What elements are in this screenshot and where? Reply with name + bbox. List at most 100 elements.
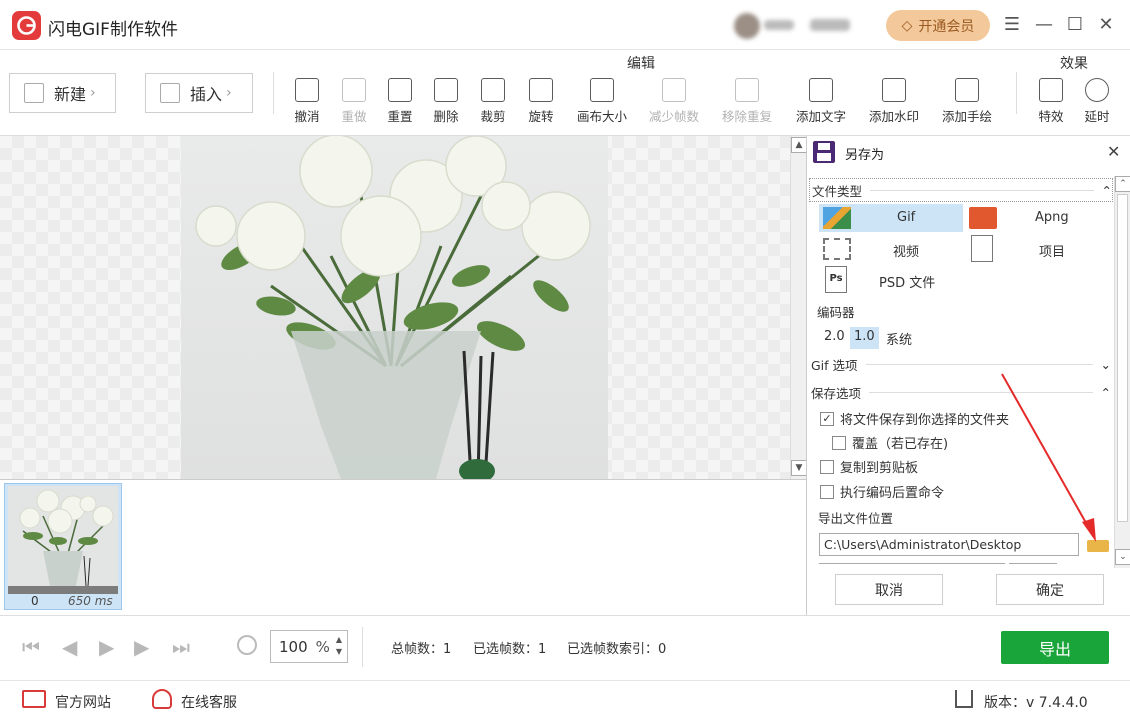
minimize-icon[interactable]: — xyxy=(1033,13,1055,35)
add-watermark-icon xyxy=(882,78,906,102)
menu-icon[interactable]: ☰ xyxy=(1001,13,1023,35)
panel-close-icon[interactable]: ✕ xyxy=(1107,142,1120,161)
version-label: 版本：v 7.4.4.0 xyxy=(984,695,1088,711)
confirm-button[interactable]: 确定 xyxy=(996,574,1104,605)
app-logo xyxy=(12,11,41,40)
add-drawing-button[interactable]: 添加手绘 xyxy=(938,78,996,125)
save-icon xyxy=(813,141,835,163)
close-icon[interactable]: ✕ xyxy=(1095,13,1117,35)
zoom-icon xyxy=(237,635,257,655)
type-project[interactable]: 项目 xyxy=(967,235,1111,263)
encoder-2-0[interactable]: 2.0 xyxy=(821,327,848,349)
panel-title: 另存为 xyxy=(845,148,885,163)
username xyxy=(764,20,794,30)
file-type-header[interactable]: 文件类型 ⌃ xyxy=(809,178,1113,202)
insert-icon xyxy=(160,83,180,103)
toolbar-divider xyxy=(273,72,274,114)
scroll-up-icon[interactable]: ▲ xyxy=(791,137,807,153)
download-icon[interactable] xyxy=(955,690,973,708)
crop-icon xyxy=(481,78,505,102)
divider xyxy=(362,627,363,667)
reduce-frames-icon xyxy=(662,78,686,102)
add-drawing-icon xyxy=(955,78,979,102)
encoder-system[interactable]: 系统 xyxy=(883,327,915,349)
delay-icon xyxy=(1085,78,1109,102)
export-location-label: 导出文件位置 xyxy=(818,511,894,526)
hidden-field xyxy=(1009,563,1057,567)
export-button[interactable]: 导出 xyxy=(1001,631,1109,664)
website-icon xyxy=(22,690,46,708)
scroll-down-icon[interactable]: ▼ xyxy=(791,460,807,476)
remove-duplicates-icon xyxy=(735,78,759,102)
last-frame-icon[interactable]: ⏭ xyxy=(172,635,190,659)
vip-button[interactable]: ◇ 开通会员 xyxy=(886,10,990,41)
chevron-up-icon: ⌃ xyxy=(1101,182,1112,198)
support-link[interactable]: 在线客服 xyxy=(181,692,237,712)
cancel-button[interactable]: 取消 xyxy=(835,574,943,605)
reduce-frames-button[interactable]: 减少帧数 xyxy=(645,78,703,125)
scroll-down-icon[interactable]: ⌄ xyxy=(1115,549,1130,565)
scroll-thumb[interactable] xyxy=(1117,194,1128,522)
rotate-button[interactable]: 旋转 xyxy=(512,78,570,125)
add-text-button[interactable]: 添加文字 xyxy=(792,78,850,125)
zoom-stepper-icon: ▲ ▼ xyxy=(335,635,342,656)
new-button[interactable]: 新建 › xyxy=(9,73,116,113)
overwrite-option[interactable]: 覆盖（若已存在) xyxy=(832,433,948,452)
redo-icon xyxy=(342,78,366,102)
scroll-up-icon[interactable]: ⌃ xyxy=(1115,176,1130,192)
frame-thumbnail-image xyxy=(8,486,118,594)
frame-preview-image xyxy=(181,136,608,479)
type-gif[interactable]: Gif xyxy=(819,204,963,232)
selected-frames: 已选帧数：1 xyxy=(473,642,547,657)
first-frame-icon[interactable]: ⏮ xyxy=(22,635,40,659)
add-watermark-button[interactable]: 添加水印 xyxy=(865,78,923,125)
next-frame-icon[interactable]: ▶ xyxy=(134,635,149,659)
avatar[interactable] xyxy=(734,13,760,39)
save-to-folder-option[interactable]: ✓ 将文件保存到你选择的文件夹 xyxy=(820,409,1009,428)
overwrite-checkbox[interactable] xyxy=(832,435,846,450)
copy-clipboard-option[interactable]: 复制到剪贴板 xyxy=(820,457,918,476)
gif-icon xyxy=(823,207,851,229)
zoom-input[interactable]: 100% ▲ ▼ xyxy=(270,630,348,663)
undo-icon xyxy=(295,78,319,102)
project-icon xyxy=(971,235,993,262)
type-psd[interactable]: Ps PSD 文件 xyxy=(819,266,963,294)
app-title: 闪电GIF制作软件 xyxy=(48,20,178,40)
psd-icon: Ps xyxy=(825,266,847,293)
maximize-icon[interactable]: ☐ xyxy=(1064,13,1086,35)
rotate-icon xyxy=(529,78,553,102)
website-link[interactable]: 官方网站 xyxy=(55,692,111,712)
canvas-size-button[interactable]: 画布大小 xyxy=(573,78,631,125)
panel-scrollbar[interactable]: ⌃ ⌄ xyxy=(1114,176,1130,568)
add-text-icon xyxy=(809,78,833,102)
frame-index: 0 xyxy=(31,594,39,608)
apng-icon xyxy=(969,207,997,229)
post-command-option[interactable]: 执行编码后置命令 xyxy=(820,482,944,501)
new-file-icon xyxy=(24,83,44,103)
diamond-icon: ◇ xyxy=(901,17,913,34)
effects-icon xyxy=(1039,78,1063,102)
total-frames: 总帧数：1 xyxy=(391,642,452,657)
playback-bar xyxy=(0,615,1130,680)
video-icon xyxy=(823,238,851,260)
remove-duplicates-button[interactable]: 移除重复 xyxy=(718,78,776,125)
hidden-field xyxy=(819,563,1005,567)
type-video[interactable]: 视频 xyxy=(819,235,963,263)
insert-button[interactable]: 插入 › xyxy=(145,73,253,113)
support-icon xyxy=(152,689,172,709)
canvas-scrollbar[interactable]: ▲ ▼ xyxy=(790,136,807,479)
save-to-folder-checkbox[interactable]: ✓ xyxy=(820,411,834,426)
group-effect-label: 效果 xyxy=(1060,56,1088,72)
encoder-label: 编码器 xyxy=(817,305,855,320)
encoder-1-0[interactable]: 1.0 xyxy=(850,327,879,349)
play-icon[interactable]: ▶ xyxy=(99,635,114,659)
delay-button[interactable]: 延时 xyxy=(1068,78,1126,125)
type-apng[interactable]: Apng xyxy=(967,204,1111,232)
prev-frame-icon[interactable]: ◀ xyxy=(62,635,77,659)
group-edit-label: 编辑 xyxy=(627,56,655,72)
post-command-checkbox[interactable] xyxy=(820,484,834,499)
annotation-arrow xyxy=(1001,373,1096,542)
reset-icon xyxy=(388,78,412,102)
toolbar: 编辑 效果 新建 › 插入 › 撤消 重做 重置 删除 裁剪 旋转 画布大小 减少帧… xyxy=(0,50,1130,136)
copy-clipboard-checkbox[interactable] xyxy=(820,459,834,474)
